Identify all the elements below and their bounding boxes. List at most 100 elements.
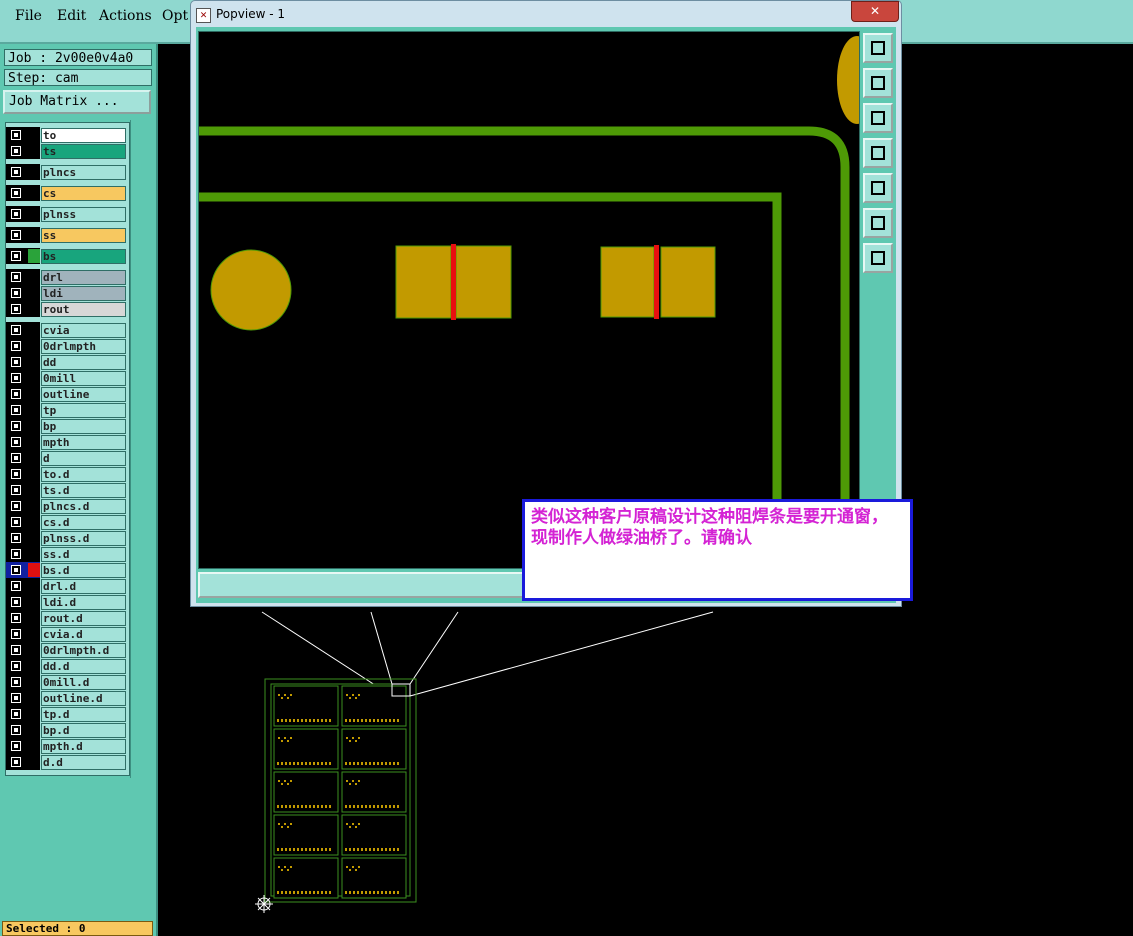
zoom-out-button[interactable]	[863, 243, 893, 273]
layer-row-0drlmpth[interactable]: 0drlmpth	[6, 338, 129, 354]
layer-checkbox[interactable]	[11, 437, 21, 447]
layer-name[interactable]: rout	[41, 302, 126, 317]
layer-row-to-d[interactable]: to.d	[6, 466, 129, 482]
layer-checkbox[interactable]	[11, 188, 21, 198]
pan-right-button[interactable]	[863, 173, 893, 203]
layer-row-d-d[interactable]: d.d	[6, 754, 129, 770]
layer-name[interactable]: bp.d	[41, 723, 126, 738]
layer-row-outline[interactable]: outline	[6, 386, 129, 402]
layer-checkbox[interactable]	[11, 251, 21, 261]
menu-file[interactable]: File	[15, 8, 42, 24]
layer-name[interactable]: to	[41, 128, 126, 143]
layer-row-bs-d[interactable]: bs.d	[6, 562, 129, 578]
layer-row-bp[interactable]: bp	[6, 418, 129, 434]
layer-name[interactable]: dd	[41, 355, 126, 370]
layer-name[interactable]: ss	[41, 228, 126, 243]
layer-name[interactable]: drl	[41, 270, 126, 285]
layer-name[interactable]: dd.d	[41, 659, 126, 674]
layer-checkbox[interactable]	[11, 725, 21, 735]
layer-checkbox[interactable]	[11, 325, 21, 335]
layer-checkbox[interactable]	[11, 230, 21, 240]
layer-checkbox[interactable]	[11, 741, 21, 751]
layer-row-bp-d[interactable]: bp.d	[6, 722, 129, 738]
layer-color-swatch[interactable]	[28, 249, 40, 263]
layer-checkbox[interactable]	[11, 272, 21, 282]
layer-name[interactable]: drl.d	[41, 579, 126, 594]
pan-down-button[interactable]	[863, 103, 893, 133]
layer-checkbox[interactable]	[11, 357, 21, 367]
layer-name[interactable]: d	[41, 451, 126, 466]
layer-row-d[interactable]: d	[6, 450, 129, 466]
layer-checkbox[interactable]	[11, 533, 21, 543]
layer-name[interactable]: ldi	[41, 286, 126, 301]
layer-row-cvia[interactable]: cvia	[6, 322, 129, 338]
layer-name[interactable]: outline	[41, 387, 126, 402]
layer-row-ss-d[interactable]: ss.d	[6, 546, 129, 562]
layer-name[interactable]: ts	[41, 144, 126, 159]
layer-row-0drlmpth-d[interactable]: 0drlmpth.d	[6, 642, 129, 658]
layer-name[interactable]: plnss.d	[41, 531, 126, 546]
job-matrix-button[interactable]: Job Matrix ...	[3, 90, 151, 114]
layer-checkbox[interactable]	[11, 645, 21, 655]
pan-up-button[interactable]	[863, 68, 893, 98]
layer-name[interactable]: bs.d	[41, 563, 126, 578]
layer-name[interactable]: cvia.d	[41, 627, 126, 642]
layer-name[interactable]: 0drlmpth.d	[41, 643, 126, 658]
layer-name[interactable]: tp	[41, 403, 126, 418]
layer-row-bs[interactable]: bs	[6, 248, 129, 264]
layer-checkbox[interactable]	[11, 373, 21, 383]
layer-row-tp[interactable]: tp	[6, 402, 129, 418]
layer-row-to[interactable]: to	[6, 127, 129, 143]
layer-name[interactable]: cs.d	[41, 515, 126, 530]
layer-row-cs-d[interactable]: cs.d	[6, 514, 129, 530]
layer-name[interactable]: mpth	[41, 435, 126, 450]
layer-name[interactable]: outline.d	[41, 691, 126, 706]
layer-row-ldi[interactable]: ldi	[6, 285, 129, 301]
layer-row-plncs[interactable]: plncs	[6, 164, 129, 180]
layer-name[interactable]: cvia	[41, 323, 126, 338]
layer-name[interactable]: plncs	[41, 165, 126, 180]
layer-checkbox[interactable]	[11, 146, 21, 156]
layer-checkbox[interactable]	[11, 469, 21, 479]
menu-options[interactable]: Opt	[162, 8, 188, 24]
layer-checkbox[interactable]	[11, 389, 21, 399]
layer-row-plnss[interactable]: plnss	[6, 206, 129, 222]
layer-row-ldi-d[interactable]: ldi.d	[6, 594, 129, 610]
layer-checkbox[interactable]	[11, 501, 21, 511]
layer-row-ts[interactable]: ts	[6, 143, 129, 159]
layer-name[interactable]: ts.d	[41, 483, 126, 498]
layer-checkbox[interactable]	[11, 581, 21, 591]
layer-row-rout-d[interactable]: rout.d	[6, 610, 129, 626]
layer-name[interactable]: ldi.d	[41, 595, 126, 610]
layer-name[interactable]: bp	[41, 419, 126, 434]
layer-name[interactable]: 0mill	[41, 371, 126, 386]
layer-name[interactable]: mpth.d	[41, 739, 126, 754]
layer-row-0mill-d[interactable]: 0mill.d	[6, 674, 129, 690]
layer-name[interactable]: 0drlmpth	[41, 339, 126, 354]
layer-checkbox[interactable]	[11, 130, 21, 140]
menu-actions[interactable]: Actions	[99, 8, 152, 24]
layer-checkbox[interactable]	[11, 549, 21, 559]
layer-name[interactable]: d.d	[41, 755, 126, 770]
layer-row-0mill[interactable]: 0mill	[6, 370, 129, 386]
zoom-in-button[interactable]	[863, 208, 893, 238]
layer-name[interactable]: ss.d	[41, 547, 126, 562]
layer-checkbox[interactable]	[11, 453, 21, 463]
layer-checkbox[interactable]	[11, 709, 21, 719]
layer-name[interactable]: plnss	[41, 207, 126, 222]
layer-list-scrollbar[interactable]	[130, 120, 153, 778]
close-button[interactable]: ✕	[851, 1, 899, 22]
zoom-fit-button[interactable]	[863, 33, 893, 63]
layer-row-mpth[interactable]: mpth	[6, 434, 129, 450]
layer-row-plncs-d[interactable]: plncs.d	[6, 498, 129, 514]
layer-checkbox[interactable]	[11, 304, 21, 314]
layer-checkbox[interactable]	[11, 209, 21, 219]
pan-left-button[interactable]	[863, 138, 893, 168]
layer-checkbox[interactable]	[11, 288, 21, 298]
layer-name[interactable]: rout.d	[41, 611, 126, 626]
layer-checkbox[interactable]	[11, 661, 21, 671]
layer-checkbox[interactable]	[11, 693, 21, 703]
layer-color-swatch[interactable]	[28, 563, 40, 577]
layer-row-plnss-d[interactable]: plnss.d	[6, 530, 129, 546]
layer-name[interactable]: to.d	[41, 467, 126, 482]
